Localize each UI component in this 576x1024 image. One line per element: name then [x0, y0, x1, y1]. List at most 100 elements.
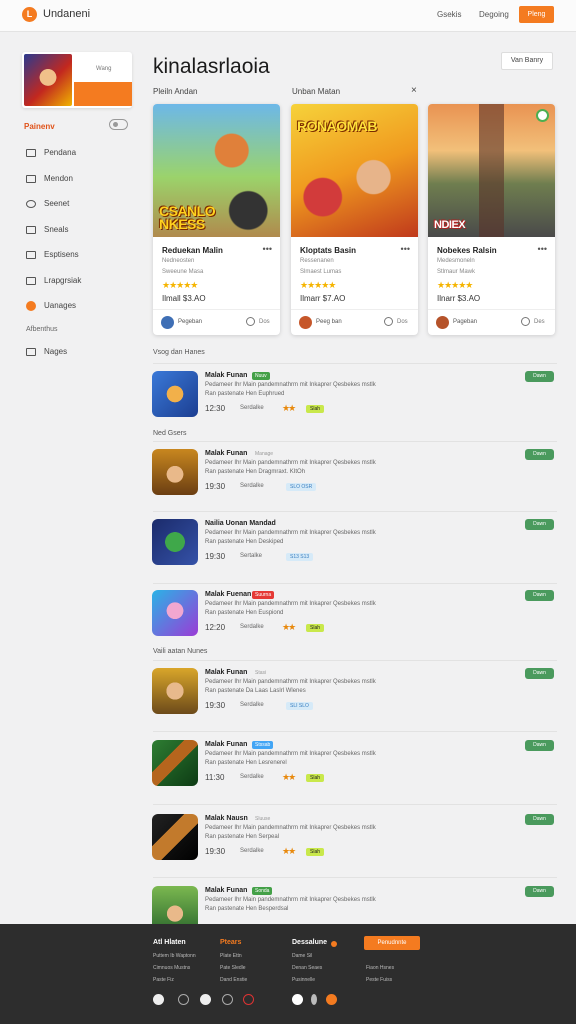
footer-link[interactable]: Pate Sledle — [220, 965, 246, 971]
sidebar-item-4[interactable]: Esptisens — [26, 249, 136, 263]
sidebar-item-0[interactable]: Pendana — [26, 147, 136, 161]
list-item[interactable]: Malak Nausn Sluuse Pedameer Ihr Main pan… — [152, 814, 556, 864]
footer-heading: Dessalune — [292, 939, 328, 946]
nav-link-0[interactable]: Gsekis — [437, 10, 461, 19]
card-price: Ilmarr $7.AO — [300, 294, 346, 303]
row-action-button[interactable]: Dawn — [525, 371, 554, 382]
comment-icon[interactable] — [384, 317, 393, 326]
footer-link[interactable]: Denan Seaes — [292, 965, 322, 971]
card-art-text: CSANLO NKESS — [159, 203, 216, 232]
header-cta-button[interactable]: Pleng — [519, 6, 554, 23]
footer-button[interactable]: Penudnnte — [364, 936, 420, 950]
folder-icon — [26, 149, 36, 157]
brand-logo-icon[interactable]: L — [22, 7, 37, 22]
list-item[interactable]: Nailia Uonan Mandad Pedameer Ihr Main pa… — [152, 519, 556, 569]
row-action-button[interactable]: Dawn — [525, 590, 554, 601]
row-badge: Slah — [306, 848, 325, 856]
row-action-button[interactable]: Dawn — [525, 814, 554, 825]
footer-link[interactable]: Puttem Ib Waptonn — [153, 953, 196, 959]
footer-link[interactable]: Dame Sil — [292, 953, 312, 959]
row-tag: Stasi — [255, 670, 267, 676]
game-card-2[interactable]: NDIEX Nobekes Ralsin ••• Medesmoneln Stl… — [428, 104, 555, 335]
tab-1[interactable]: Unban Matan — [292, 87, 340, 96]
divider — [153, 441, 557, 442]
sidebar-item-label: Seenet — [44, 199, 70, 208]
sidebar-item-7[interactable]: Nages — [26, 346, 136, 360]
row-badge: Slah — [306, 774, 325, 782]
rating-stars: ★★ — [282, 622, 296, 632]
filter-toggle[interactable] — [109, 119, 128, 130]
comment-icon[interactable] — [246, 317, 255, 326]
row-title: Malak Funan — [205, 887, 248, 894]
card-subtitle: Nedneosten — [162, 258, 195, 264]
footer-link[interactable]: Pusinnelle — [292, 977, 315, 983]
close-icon[interactable]: × — [411, 85, 417, 96]
row-description: Pedameer Ihr Main pandemnathrm mit Inkap… — [205, 751, 376, 757]
list-item[interactable]: Malak Funan Stasi Pedameer Ihr Main pand… — [152, 668, 556, 718]
list-item[interactable]: Malak Fuenan Suurna Pedameer Ihr Main pa… — [152, 590, 556, 640]
sidebar-item-label: Sneals — [44, 225, 69, 234]
row-action-button[interactable]: Dawn — [525, 519, 554, 530]
avatar — [24, 54, 72, 106]
sidebar-item-3[interactable]: Sneals — [26, 224, 136, 238]
row-meta: Serdalke — [240, 483, 264, 489]
row-action-button[interactable]: Dawn — [525, 449, 554, 460]
social-icon-6[interactable] — [292, 994, 303, 1005]
row-time: 11:30 — [205, 773, 225, 782]
social-icon-5[interactable] — [243, 994, 254, 1005]
card-artwork: NDIEX — [428, 104, 555, 237]
footer-link[interactable]: Peste Fuiss — [366, 977, 392, 983]
row-title: Malak Nausn — [205, 815, 248, 822]
list-item[interactable]: Malak Funan Nuuv Pedameer Ihr Main pande… — [152, 371, 556, 421]
social-icon-4[interactable] — [222, 994, 233, 1005]
social-icon-2[interactable] — [178, 994, 189, 1005]
sidebar-item-6[interactable]: Uanages — [26, 300, 136, 314]
more-icon[interactable]: ••• — [538, 244, 547, 254]
comment-icon[interactable] — [521, 317, 530, 326]
divider — [291, 309, 418, 310]
row-time: 19:30 — [205, 552, 226, 561]
row-meta: Serdalke — [240, 405, 264, 411]
social-icon-8[interactable] — [326, 994, 337, 1005]
row-badge: SLI SLO — [286, 702, 313, 710]
footer-link[interactable]: Dand Enstie — [220, 977, 247, 983]
sidebar-item-5[interactable]: Lrapgrsiak — [26, 275, 136, 289]
game-card-0[interactable]: CSANLO NKESS Reduekan Malin ••• Nedneost… — [153, 104, 280, 335]
game-icon — [152, 519, 198, 565]
footer-link[interactable]: Paste Fiz — [153, 977, 174, 983]
row-tag: Suurna — [252, 591, 275, 599]
row-action-button[interactable]: Dawn — [525, 886, 554, 897]
more-icon[interactable]: ••• — [263, 244, 272, 254]
profile-card[interactable]: Wang — [22, 52, 132, 108]
app-title[interactable]: Undaneni — [43, 8, 90, 20]
footer-link[interactable]: Cimnuos Mustns — [153, 965, 190, 971]
social-icon-1[interactable] — [153, 994, 164, 1005]
row-description-2: Ran pastenate Hen Euspiond — [205, 610, 284, 616]
game-card-1[interactable]: RONAOMAB Kloptats Basin ••• Ressenanen S… — [291, 104, 418, 335]
row-description-2: Ran pastenate Hen Euphrued — [205, 391, 285, 397]
bookmark-icon[interactable] — [536, 109, 549, 122]
rating-stars: ★★★★★ — [162, 280, 198, 290]
row-description-2: Ran pastenate Hen Dragmraxt. KItOh — [205, 469, 306, 475]
author-avatar — [299, 316, 312, 329]
footer-link[interactable]: Fiaon Hsnes — [366, 965, 394, 971]
row-action-button[interactable]: Dawn — [525, 668, 554, 679]
card-meta: Slmaest Lumas — [300, 269, 342, 275]
footer-link[interactable]: Plate Ettn — [220, 953, 242, 959]
social-icon-7[interactable] — [311, 994, 317, 1005]
list-item[interactable]: Malak Funan Stssab Pedameer Ihr Main pan… — [152, 740, 556, 790]
social-icon-3[interactable] — [200, 994, 211, 1005]
row-action-button[interactable]: Dawn — [525, 740, 554, 751]
list-item[interactable]: Malak Funan Sonda Pedameer Ihr Main pand… — [152, 886, 556, 924]
tab-0[interactable]: Pleiln Andan — [153, 87, 197, 96]
sidebar-item-2[interactable]: Seenet — [26, 198, 136, 212]
sidebar-item-label: Nages — [44, 347, 68, 356]
list-item[interactable]: Malak Funan Manage Pedameer Ihr Main pan… — [152, 449, 556, 499]
more-icon[interactable]: ••• — [401, 244, 410, 254]
row-time: 12:30 — [205, 404, 226, 413]
row-meta: Serdalke — [240, 624, 264, 630]
main-action-button[interactable]: Van Banry — [501, 52, 553, 70]
sidebar-item-1[interactable]: Mendon — [26, 173, 136, 187]
card-subtitle: Medesmoneln — [437, 258, 475, 264]
nav-link-1[interactable]: Degoing — [479, 10, 509, 19]
